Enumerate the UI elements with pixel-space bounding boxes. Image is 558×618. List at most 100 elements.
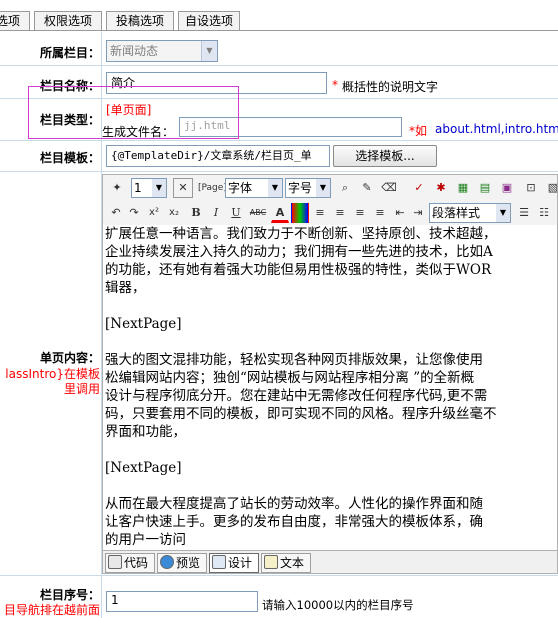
tab-text-label: 文本 (280, 556, 305, 570)
fontsize-select-value: 字号 (288, 181, 313, 195)
paragraph-style-select[interactable]: 段落样式 ▼ (429, 203, 511, 223)
tab-code-label: 代码 (124, 556, 149, 570)
redo-icon[interactable]: ↷ (125, 203, 143, 223)
bullet-list-icon[interactable]: ☰ (515, 203, 533, 223)
editor-content[interactable]: 扩展任意一种语言。我们致力于不断创新、坚持原创、技术超越， 企业持续发展注入持久… (103, 225, 557, 550)
editor-mode-bar: 代码 预览 设计 文本 (103, 550, 557, 573)
font-select-value: 字体 (228, 181, 253, 195)
order-input[interactable]: 1 (106, 591, 258, 612)
content-line: 强大的图文混排功能，轻松实现各种网页排版效果，让您像使用 (105, 352, 483, 368)
content-line: 扩展任意一种语言。我们致力于不断创新、坚持原创、技术超越， (105, 226, 497, 242)
row-parent: 所属栏目： 新闻动态 ▼ (0, 31, 558, 66)
text-icon (264, 555, 278, 569)
image-icon[interactable]: ▧ (543, 178, 557, 198)
eraser-icon[interactable]: ⌫ (379, 178, 399, 198)
bug-icon[interactable]: ✱ (431, 178, 451, 198)
tab-preview-label: 预览 (176, 556, 201, 570)
highlight-box (28, 86, 239, 139)
page-break-icon[interactable]: [Page] (197, 178, 227, 198)
font-color-icon[interactable]: A (271, 203, 289, 223)
design-icon (212, 555, 226, 569)
tab-bar: 选项 权限选项 投稿选项 自设选项 (0, 11, 558, 31)
size-select[interactable]: 1 ▼ (131, 178, 167, 198)
align-justify-icon[interactable]: ≡ (331, 203, 349, 223)
media-icon[interactable]: ▣ (497, 178, 517, 198)
superscript-icon[interactable]: x² (145, 203, 163, 223)
strikethrough-icon[interactable]: ABC (247, 203, 269, 223)
content-line: 设计与程序彻底分开。您在建站中无需修改任何程序代码,更不需 (105, 388, 488, 404)
italic-icon[interactable]: I (207, 203, 225, 223)
content-line: 码，只要套用不同的模板，即可实现不同的风格。程序升级丝毫不 (105, 406, 497, 422)
filename-star: *如 (409, 124, 428, 138)
size-select-value: 1 (134, 181, 142, 195)
close-icon[interactable]: ✕ (173, 178, 193, 198)
bold-icon[interactable]: B (187, 203, 205, 223)
code-icon (108, 555, 122, 569)
order-hint: 请输入10000以内的栏目序号 (262, 598, 414, 612)
chevron-down-icon: ▼ (496, 204, 510, 222)
order-note: 目导航排在越前面 (3, 603, 100, 617)
content-line: [NextPage] (105, 316, 182, 332)
choose-template-button[interactable]: 选择模板... (333, 145, 437, 167)
outdent-icon[interactable]: ⇤ (391, 203, 409, 223)
tab-code[interactable]: 代码 (105, 553, 155, 573)
content-line: 的功能，还有她有着强大功能但易用性极强的特性，类似于WOR (105, 262, 492, 278)
name-hint: 概括性的说明文字 (342, 80, 439, 94)
chevron-down-icon: ▼ (201, 41, 217, 61)
content-line: 让客户快速上手。更多的发布自由度，非常强大的模板体系，确 (105, 514, 483, 530)
align-center-icon[interactable]: ≡ (351, 203, 369, 223)
content-line: 界面和功能， (105, 424, 186, 440)
chevron-down-icon: ▼ (152, 179, 166, 197)
parent-select[interactable]: 新闻动态 ▼ (106, 40, 218, 62)
find-icon[interactable]: ⌕ (335, 178, 355, 198)
content-line (105, 297, 557, 315)
template-input[interactable]: {@TemplateDir}/文章系统/栏目页_单 (106, 145, 330, 167)
required-star: * (332, 78, 338, 92)
content-line: 松编辑网站内容；独创“网站模板与网站程序相分离 ”的全新概 (105, 370, 475, 386)
rich-text-editor: ✦ 1 ▼ ✕ [Page] 字体 ▼ 字号 ▼ ⌕ ✎ ⌫ ✓ ✱ ▦ ▤ ▣ ⊡ … (102, 174, 558, 574)
content-line: 辑器， (105, 280, 146, 296)
sheet-icon[interactable]: ▤ (475, 178, 495, 198)
content-line: 的用户一访问 (105, 532, 186, 548)
paragraph-style-value: 段落样式 (432, 206, 481, 220)
subscript-icon[interactable]: x₂ (165, 203, 183, 223)
content-line: 从而在最大程度提高了站长的劳动效率。人性化的操作界面和随 (105, 496, 483, 512)
editor-toolbar-1: ✦ 1 ▼ ✕ [Page] 字体 ▼ 字号 ▼ ⌕ ✎ ⌫ ✓ ✱ ▦ ▤ ▣ ⊡ … (103, 175, 557, 202)
tab-submission[interactable]: 投稿选项 (106, 11, 174, 30)
underline-icon[interactable]: U (227, 203, 245, 223)
spellcheck-icon[interactable]: ✓ (409, 178, 429, 198)
row-order: 栏目序号： 目导航排在越前面 1 请输入10000以内的栏目序号 (0, 576, 558, 618)
parent-select-value: 新闻动态 (110, 44, 159, 58)
content-line: [NextPage] (105, 460, 182, 476)
content-label: 单页内容： (39, 351, 100, 365)
replace-icon[interactable]: ✎ (357, 178, 377, 198)
tab-design[interactable]: 设计 (209, 553, 259, 573)
tab-permissions[interactable]: 权限选项 (34, 11, 102, 30)
row-template: 栏目模板： {@TemplateDir}/文章系统/栏目页_单 选择模板... (0, 141, 558, 172)
tab-preview[interactable]: 预览 (157, 553, 207, 573)
tab-text[interactable]: 文本 (261, 553, 311, 573)
indent-icon[interactable]: ⇥ (409, 203, 427, 223)
content-line (105, 477, 557, 495)
font-select[interactable]: 字体 ▼ (225, 178, 283, 198)
fullscreen-icon[interactable]: ⊡ (521, 178, 541, 198)
fontsize-select[interactable]: 字号 ▼ (285, 178, 331, 198)
undo-icon[interactable]: ↶ (107, 203, 125, 223)
editor-toolbar-2: ↶ ↷ x² x₂ B I U ABC A ≡ ≡ ≡ ≡ ⇤ ⇥ 段落样式 ▼ … (103, 202, 557, 225)
chevron-down-icon: ▼ (316, 179, 330, 197)
tab-options[interactable]: 选项 (0, 11, 30, 30)
new-doc-icon[interactable]: ✦ (107, 178, 127, 198)
content-line: 企业持续发展注入持久的动力；我们拥有一些先进的技术，比如A (105, 244, 493, 260)
parent-label: 所属栏目： (39, 46, 100, 60)
excel-icon[interactable]: ▦ (453, 178, 473, 198)
background-color-icon[interactable] (291, 203, 309, 223)
content-line (105, 441, 557, 459)
align-right-icon[interactable]: ≡ (371, 203, 389, 223)
content-note-2: 里调用 (63, 382, 100, 396)
template-label: 栏目模板： (39, 151, 100, 165)
numbered-list-icon[interactable]: ☷ (535, 203, 553, 223)
globe-icon (160, 555, 174, 569)
tab-design-label: 设计 (228, 556, 253, 570)
tab-custom[interactable]: 自设选项 (178, 11, 240, 30)
align-left-icon[interactable]: ≡ (311, 203, 329, 223)
